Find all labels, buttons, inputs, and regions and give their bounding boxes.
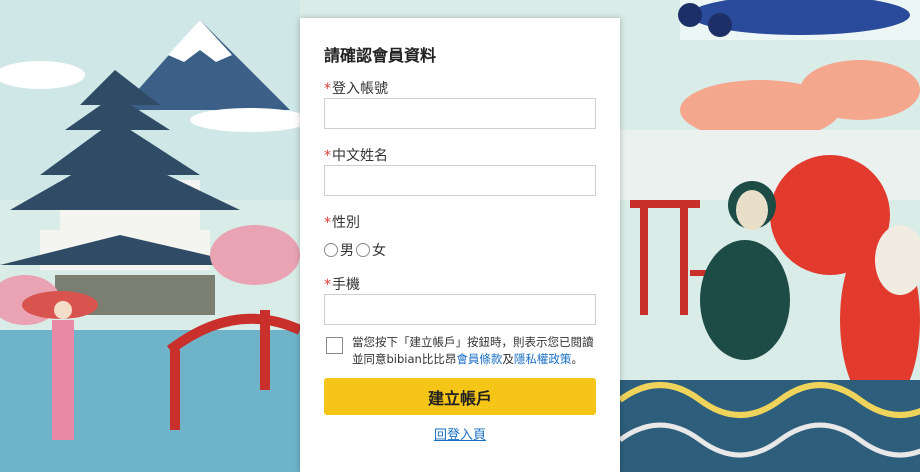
create-account-button[interactable]: 建立帳戶: [324, 378, 596, 415]
agree-checkbox[interactable]: [326, 337, 343, 354]
agree-and: 及: [502, 352, 514, 366]
required-mark: *: [324, 148, 331, 164]
account-label-text: 登入帳號: [332, 81, 388, 97]
account-input[interactable]: [324, 98, 596, 129]
gender-radio-group: 男 女: [324, 240, 388, 260]
agree-end: 。: [571, 352, 583, 366]
male-label: 男: [340, 243, 354, 259]
female-radio[interactable]: [356, 243, 370, 257]
phone-label-text: 手機: [332, 277, 360, 293]
name-label: *中文姓名: [324, 145, 388, 165]
chinese-name-input[interactable]: [324, 165, 596, 196]
terms-link[interactable]: 會員條款: [456, 352, 502, 366]
male-radio[interactable]: [324, 243, 338, 257]
member-info-form-card: 請確認會員資料 *登入帳號 *中文姓名 *性別 男 女 *手機 當您按下「建立帳…: [300, 18, 620, 472]
privacy-policy-link[interactable]: 隱私權政策: [514, 352, 572, 366]
account-label: *登入帳號: [324, 78, 388, 98]
agree-text: 當您按下「建立帳戶」按鈕時，則表示您已閱讀並同意bibian比比昂會員條款及隱私…: [352, 334, 602, 368]
gender-label: *性別: [324, 212, 360, 232]
phone-input[interactable]: [324, 294, 596, 325]
back-to-login-link[interactable]: 回登入頁: [300, 424, 620, 443]
name-label-text: 中文姓名: [332, 148, 388, 164]
gender-female-option[interactable]: 女: [356, 240, 386, 260]
gender-male-option[interactable]: 男: [324, 240, 354, 260]
required-mark: *: [324, 277, 331, 293]
required-mark: *: [324, 215, 331, 231]
female-label: 女: [372, 243, 386, 259]
gender-label-text: 性別: [332, 215, 360, 231]
phone-label: *手機: [324, 274, 360, 294]
form-title: 請確認會員資料: [324, 46, 437, 65]
required-mark: *: [324, 81, 331, 97]
